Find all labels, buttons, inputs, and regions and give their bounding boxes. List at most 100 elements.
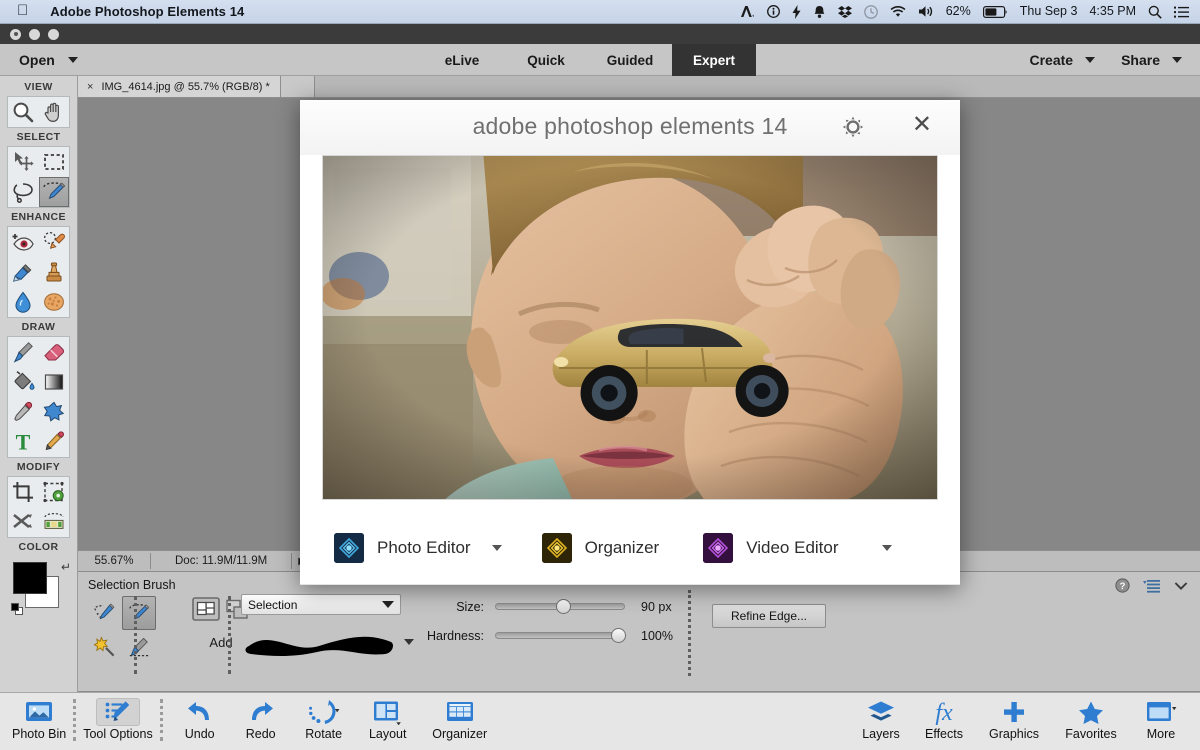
photo-editor-launch[interactable]: Photo Editor <box>334 533 502 563</box>
tab-guided[interactable]: Guided <box>588 44 672 76</box>
auto-selection-tool-option[interactable] <box>122 630 156 664</box>
zoom-level-value[interactable]: 55.67% <box>78 555 150 567</box>
hardness-slider[interactable] <box>495 628 626 643</box>
favorites-button[interactable]: Favorites <box>1052 693 1130 741</box>
layout-button[interactable]: Layout <box>356 693 420 741</box>
lasso-tool[interactable] <box>8 177 39 207</box>
battery-icon[interactable] <box>982 5 1008 18</box>
photo-bin-button[interactable]: Photo Bin <box>12 693 66 741</box>
chevron-down-icon[interactable] <box>1174 580 1188 594</box>
toolbox-group-modify <box>7 476 70 538</box>
tab-bar-filler <box>280 76 315 97</box>
selection-brush-tool-option[interactable] <box>122 596 156 630</box>
add-to-selection-icon[interactable] <box>191 596 220 627</box>
refine-edge-button[interactable]: Refine Edge... <box>712 604 826 628</box>
undo-button[interactable]: Undo <box>170 693 230 741</box>
hand-tool[interactable] <box>39 97 70 127</box>
rotate-button[interactable]: Rotate <box>292 693 356 741</box>
toolbox-group-draw: T <box>7 336 70 458</box>
maximize-window-button[interactable] <box>48 28 59 40</box>
graphics-button[interactable]: Graphics <box>976 693 1052 741</box>
bell-icon[interactable] <box>813 5 826 19</box>
tab-expert[interactable]: Expert <box>672 44 756 76</box>
brush-preset-picker[interactable] <box>241 626 414 660</box>
zoom-tool[interactable] <box>8 97 39 127</box>
panel-menu-icon[interactable] <box>1143 579 1161 596</box>
tool-options-panel: Selection Brush Add Selection Size: 90 p… <box>78 572 1200 692</box>
quick-selection-tool-option[interactable] <box>88 596 122 630</box>
size-slider-knob[interactable] <box>555 599 571 614</box>
close-window-button[interactable] <box>10 28 21 40</box>
bolt-icon[interactable] <box>792 4 801 19</box>
chevron-down-icon[interactable] <box>881 545 892 551</box>
organizer-launch[interactable]: Organizer <box>541 533 659 563</box>
minimize-window-button[interactable] <box>29 28 40 40</box>
eraser-tool[interactable] <box>39 337 70 367</box>
recompose-tool[interactable] <box>39 477 70 507</box>
content-aware-move-tool[interactable] <box>8 507 39 537</box>
blur-tool[interactable] <box>8 287 39 317</box>
default-colors-icon[interactable] <box>11 603 24 616</box>
toolbar-right-group: Create Share <box>1029 52 1200 68</box>
size-slider[interactable] <box>495 599 625 614</box>
search-icon[interactable] <box>1148 5 1162 19</box>
toolbox-group-enhance <box>7 226 70 318</box>
volume-icon[interactable] <box>918 5 934 18</box>
gear-icon[interactable] <box>842 116 864 144</box>
tab-quick[interactable]: Quick <box>504 44 588 76</box>
more-button[interactable]: More <box>1130 693 1192 741</box>
custom-shape-tool[interactable] <box>39 397 70 427</box>
swap-colors-icon[interactable]: ↵ <box>61 560 71 574</box>
straighten-tool[interactable] <box>39 507 70 537</box>
info-icon[interactable] <box>766 5 780 18</box>
document-tab[interactable]: × IMG_4614.jpg @ 55.7% (RGB/8) * <box>78 76 281 97</box>
smart-brush-tool[interactable] <box>8 257 39 287</box>
eyedropper-tool[interactable] <box>8 397 39 427</box>
welcome-hero-image <box>322 155 938 500</box>
create-button[interactable]: Create <box>1029 52 1096 68</box>
apple-icon[interactable]:  <box>17 3 28 18</box>
paint-bucket-tool[interactable] <box>8 367 39 397</box>
share-button[interactable]: Share <box>1121 52 1182 68</box>
list-icon[interactable] <box>1174 6 1189 18</box>
dropbox-icon[interactable] <box>837 5 852 18</box>
brush-tool[interactable] <box>8 337 39 367</box>
spot-healing-brush-tool[interactable] <box>39 227 70 257</box>
time-machine-icon[interactable] <box>863 4 878 19</box>
type-tool[interactable]: T <box>8 427 39 457</box>
toolbox-heading-draw: DRAW <box>21 321 56 333</box>
crop-tool[interactable] <box>8 477 39 507</box>
video-editor-icon <box>703 533 734 563</box>
layers-button[interactable]: Layers <box>850 693 912 741</box>
effects-button[interactable]: fx Effects <box>912 693 976 741</box>
pencil-tool[interactable] <box>39 427 70 457</box>
sponge-tool[interactable] <box>39 287 70 317</box>
selection-mode-dropdown[interactable]: Selection <box>241 594 401 615</box>
close-icon[interactable]: × <box>87 81 93 93</box>
color-picker-swatches[interactable]: ↵ <box>11 560 71 616</box>
open-button[interactable]: Open <box>19 52 78 68</box>
svg-text:fx: fx <box>935 700 953 725</box>
adobe-cc-icon[interactable] <box>740 5 755 18</box>
move-tool[interactable] <box>8 147 39 177</box>
tool-options-label: Tool Options <box>83 727 153 741</box>
red-eye-removal-tool[interactable] <box>8 227 39 257</box>
tool-options-button[interactable]: Tool Options <box>83 693 153 741</box>
video-editor-launch[interactable]: Video Editor <box>703 533 892 563</box>
help-icon[interactable]: ? <box>1115 578 1130 596</box>
tab-elive[interactable]: eLive <box>420 44 504 76</box>
close-icon[interactable]: ✕ <box>912 113 932 137</box>
magic-wand-tool-option[interactable] <box>88 630 122 664</box>
foreground-color-swatch[interactable] <box>13 562 47 594</box>
chevron-down-icon[interactable] <box>491 545 502 551</box>
tool-options-icon <box>95 698 140 726</box>
document-size-value: Doc: 11.9M/11.9M <box>175 555 268 567</box>
rectangular-marquee-tool[interactable] <box>39 147 70 177</box>
redo-button[interactable]: Redo <box>230 693 292 741</box>
wifi-icon[interactable] <box>890 5 906 18</box>
hardness-slider-knob[interactable] <box>611 628 626 643</box>
organizer-button[interactable]: Organizer <box>420 693 500 741</box>
clone-stamp-tool[interactable] <box>39 257 70 287</box>
selection-brush-tool[interactable] <box>38 177 69 207</box>
gradient-tool[interactable] <box>39 367 70 397</box>
